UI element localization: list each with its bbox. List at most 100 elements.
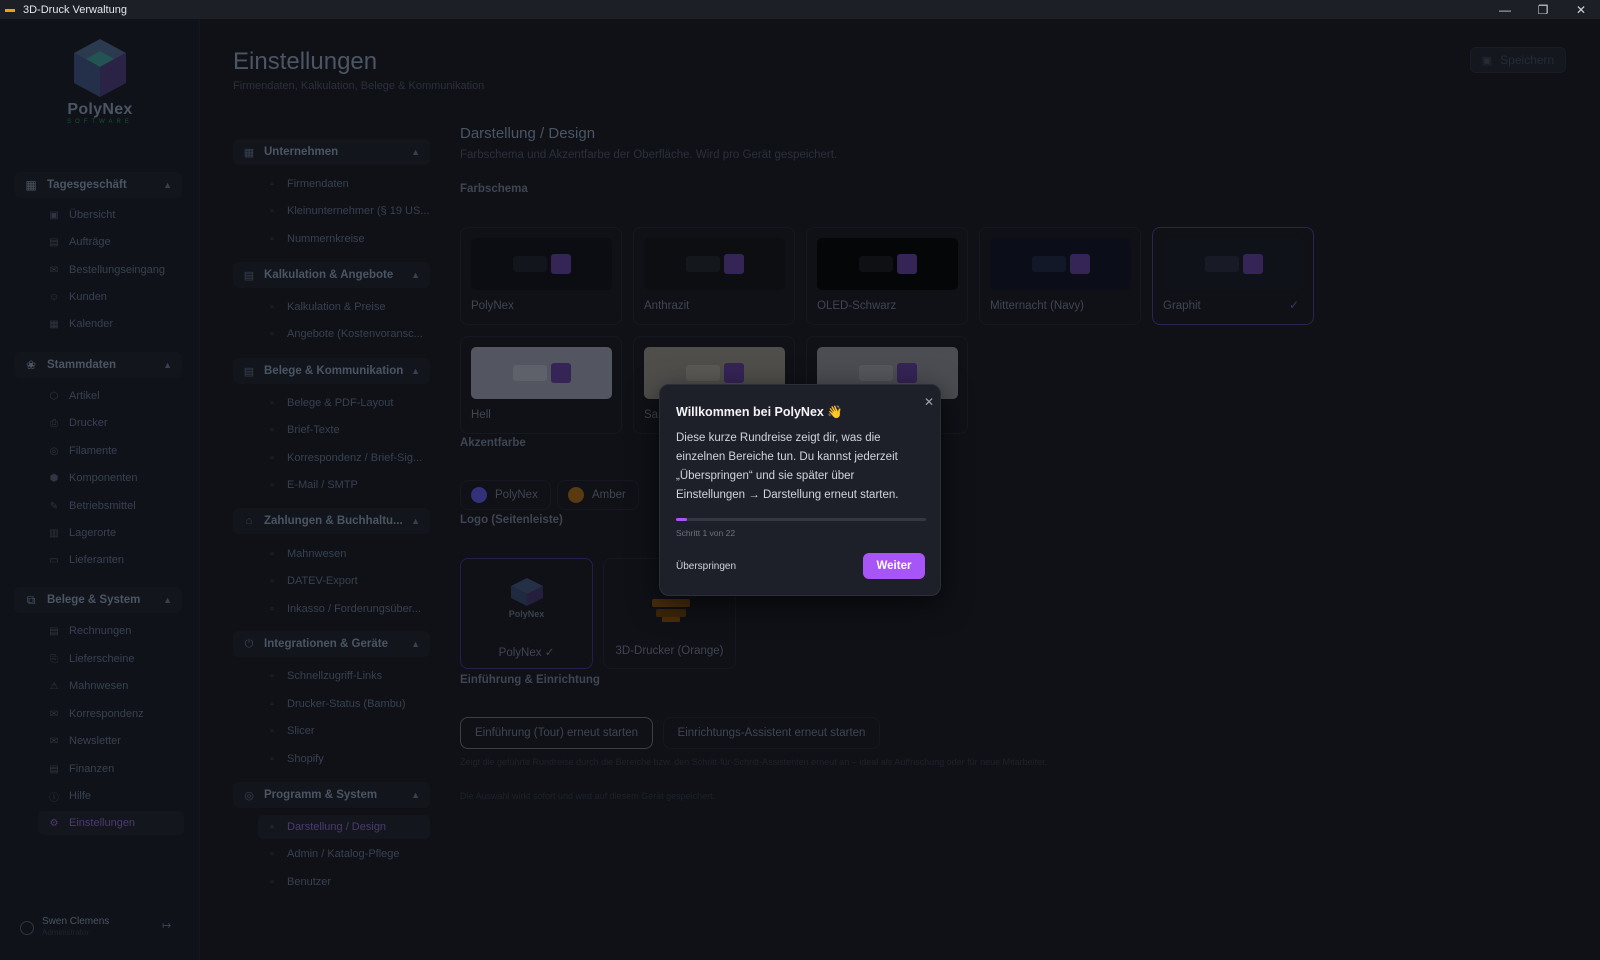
sidebar-item[interactable]: ✉ Newsletter [38,729,184,753]
sidebar-item[interactable]: ▥ Lagerorte [38,521,184,545]
settings-item[interactable]: ▫ Firmendaten [258,172,430,196]
nav-icon: ▫ [270,575,274,587]
brand-name: PolyNex [67,101,133,118]
settings-item[interactable]: ▫ DATEV-Export [258,569,430,593]
sidebar-item[interactable]: ⓘ Hilfe [38,784,184,808]
logo-option-polynex[interactable]: PolyNex PolyNex ✓ [460,558,593,669]
sidebar-item[interactable]: ▭ Lieferanten [38,548,184,572]
sidebar-item[interactable]: ✎ Betriebsmittel [38,494,184,518]
settings-item[interactable]: ▫ Schnellzugriff-Links [258,664,430,688]
sidebar-group-1[interactable]: ❀ Stammdaten ▲ [14,352,182,378]
scheme-option[interactable]: Hell [460,336,622,434]
sidebar-item[interactable]: ✉ Korrespondenz [38,702,184,726]
preview-bar [686,256,720,272]
save-button[interactable]: ▣ Speichern [1470,47,1566,73]
close-icon[interactable]: ✕ [922,395,936,409]
restart-wizard-button[interactable]: Einrichtungs-Assistent erneut starten [663,717,880,749]
restart-tour-button[interactable]: Einführung (Tour) erneut starten [460,717,653,749]
chevron-up-icon: ▲ [411,516,420,526]
settings-item[interactable]: ▫ Mahnwesen [258,542,430,566]
nav-icon: ▫ [270,753,274,765]
close-window-icon[interactable]: ✕ [1562,0,1600,19]
settings-group-1[interactable]: ▤ Kalkulation & Angebote ▲ [233,262,430,288]
group-icon: ▦ [25,178,37,192]
next-button[interactable]: Weiter [863,553,925,579]
settings-group-0[interactable]: ▦ Unternehmen ▲ [233,139,430,165]
scheme-option[interactable]: Mitternacht (Navy) [979,227,1141,325]
nav-icon: ▦ [49,318,59,330]
nav-icon: ⚙ [49,817,59,829]
scheme-option[interactable]: Graphit ✓ [1152,227,1314,325]
restore-icon[interactable]: ❐ [1524,0,1562,19]
chevron-up-icon: ▲ [163,595,172,605]
minimize-icon[interactable]: — [1486,0,1524,19]
settings-item[interactable]: ▫ Nummernkreise [258,227,430,251]
settings-item[interactable]: ▫ Inkasso / Forderungsüber... [258,597,430,621]
scheme-preview [817,238,958,290]
sidebar-item[interactable]: ▤ Rechnungen [38,619,184,643]
sidebar-item[interactable]: ⚠ Mahnwesen [38,674,184,698]
sidebar-item[interactable]: ▤ Aufträge [38,230,184,254]
printer-logo-icon [652,599,690,622]
sidebar-item-label: Hilfe [69,790,92,802]
sidebar-item[interactable]: ⎙ Drucker [38,411,184,435]
nav-icon: ▫ [270,548,274,560]
chevron-up-icon: ▲ [411,366,420,376]
sidebar-item[interactable]: ◎ Filamente [38,439,184,463]
scheme-preview [471,238,612,290]
settings-item[interactable]: ▫ Darstellung / Design [258,815,430,839]
nav-icon: ▫ [270,876,274,888]
scheme-option[interactable]: PolyNex [460,227,622,325]
settings-item-label: Schnellzugriff-Links [287,670,383,682]
settings-item[interactable]: ▫ Shopify [258,747,430,771]
settings-item-label: DATEV-Export [287,575,358,587]
sidebar-item[interactable]: ▦ Kalender [38,312,184,336]
sidebar-group-0[interactable]: ▦ Tagesgeschäft ▲ [14,172,182,198]
accent-option-polynex[interactable]: PolyNex [460,480,551,510]
settings-group-3[interactable]: ⌂ Zahlungen & Buchhaltu... ▲ [233,508,430,534]
settings-item[interactable]: ▫ Belege & PDF-Layout [258,391,430,415]
sidebar-item[interactable]: ⚙ Einstellungen [38,811,184,835]
sidebar-item[interactable]: ⬡ Artikel [38,384,184,408]
nav-icon: ▫ [270,848,274,860]
skip-button[interactable]: Überspringen [676,561,736,572]
accent-name: Amber [592,489,626,501]
sidebar-item[interactable]: ▤ Finanzen [38,757,184,781]
settings-item-label: E-Mail / SMTP [287,479,358,491]
settings-item[interactable]: ▫ Kalkulation & Preise [258,295,430,319]
settings-item[interactable]: ▫ Slicer [258,719,430,743]
settings-item[interactable]: ▫ Angebote (Kostenvoransc... [258,322,430,346]
sidebar-item[interactable]: ⬢ Komponenten [38,466,184,490]
sidebar-group-2[interactable]: ⧉ Belege & System ▲ [14,587,182,613]
settings-item[interactable]: ▫ Kleinunternehmer (§ 19 US... [258,199,430,223]
design-hint: Die Auswahl wirkt sofort und wird auf di… [460,791,716,801]
printer-app-icon: ▬ [5,3,15,15]
sidebar-item-label: Einstellungen [69,817,136,829]
sidebar-item-label: Mahnwesen [69,680,129,692]
settings-group-5[interactable]: ◎ Programm & System ▲ [233,782,430,808]
onboarding-label: Einführung & Einrichtung [460,674,600,686]
logout-icon[interactable]: ↦ [162,919,171,932]
scheme-option[interactable]: OLED-Schwarz [806,227,968,325]
group-label: Stammdaten [47,359,117,371]
sidebar-item[interactable]: ⎘ Lieferscheine [38,647,184,671]
settings-item[interactable]: ▫ Admin / Katalog-Pflege [258,842,430,866]
nav-icon: ▫ [270,670,274,682]
sidebar-item[interactable]: ✉ Bestellungseingang [38,258,184,282]
sidebar-item[interactable]: ▣ Übersicht [38,203,184,227]
preview-bar [686,365,720,381]
settings-group-4[interactable]: ⏻ Integrationen & Geräte ▲ [233,631,430,657]
avatar[interactable] [20,921,34,935]
settings-item[interactable]: ▫ Benutzer [258,870,430,894]
settings-item[interactable]: ▫ Brief-Texte [258,418,430,442]
settings-group-2[interactable]: ▤ Belege & Kommunikation ▲ [233,358,430,384]
sidebar-item-label: Lieferanten [69,554,125,566]
nav-icon: ▫ [270,603,274,615]
settings-item[interactable]: ▫ Drucker-Status (Bambu) [258,692,430,716]
scheme-option[interactable]: Anthrazit [633,227,795,325]
nav-icon: ▣ [49,209,59,221]
settings-item[interactable]: ▫ Korrespondenz / Brief-Sig... [258,446,430,470]
accent-option-amber[interactable]: Amber [557,480,639,510]
sidebar-item[interactable]: ☺ Kunden [38,285,184,309]
settings-item[interactable]: ▫ E-Mail / SMTP [258,473,430,497]
